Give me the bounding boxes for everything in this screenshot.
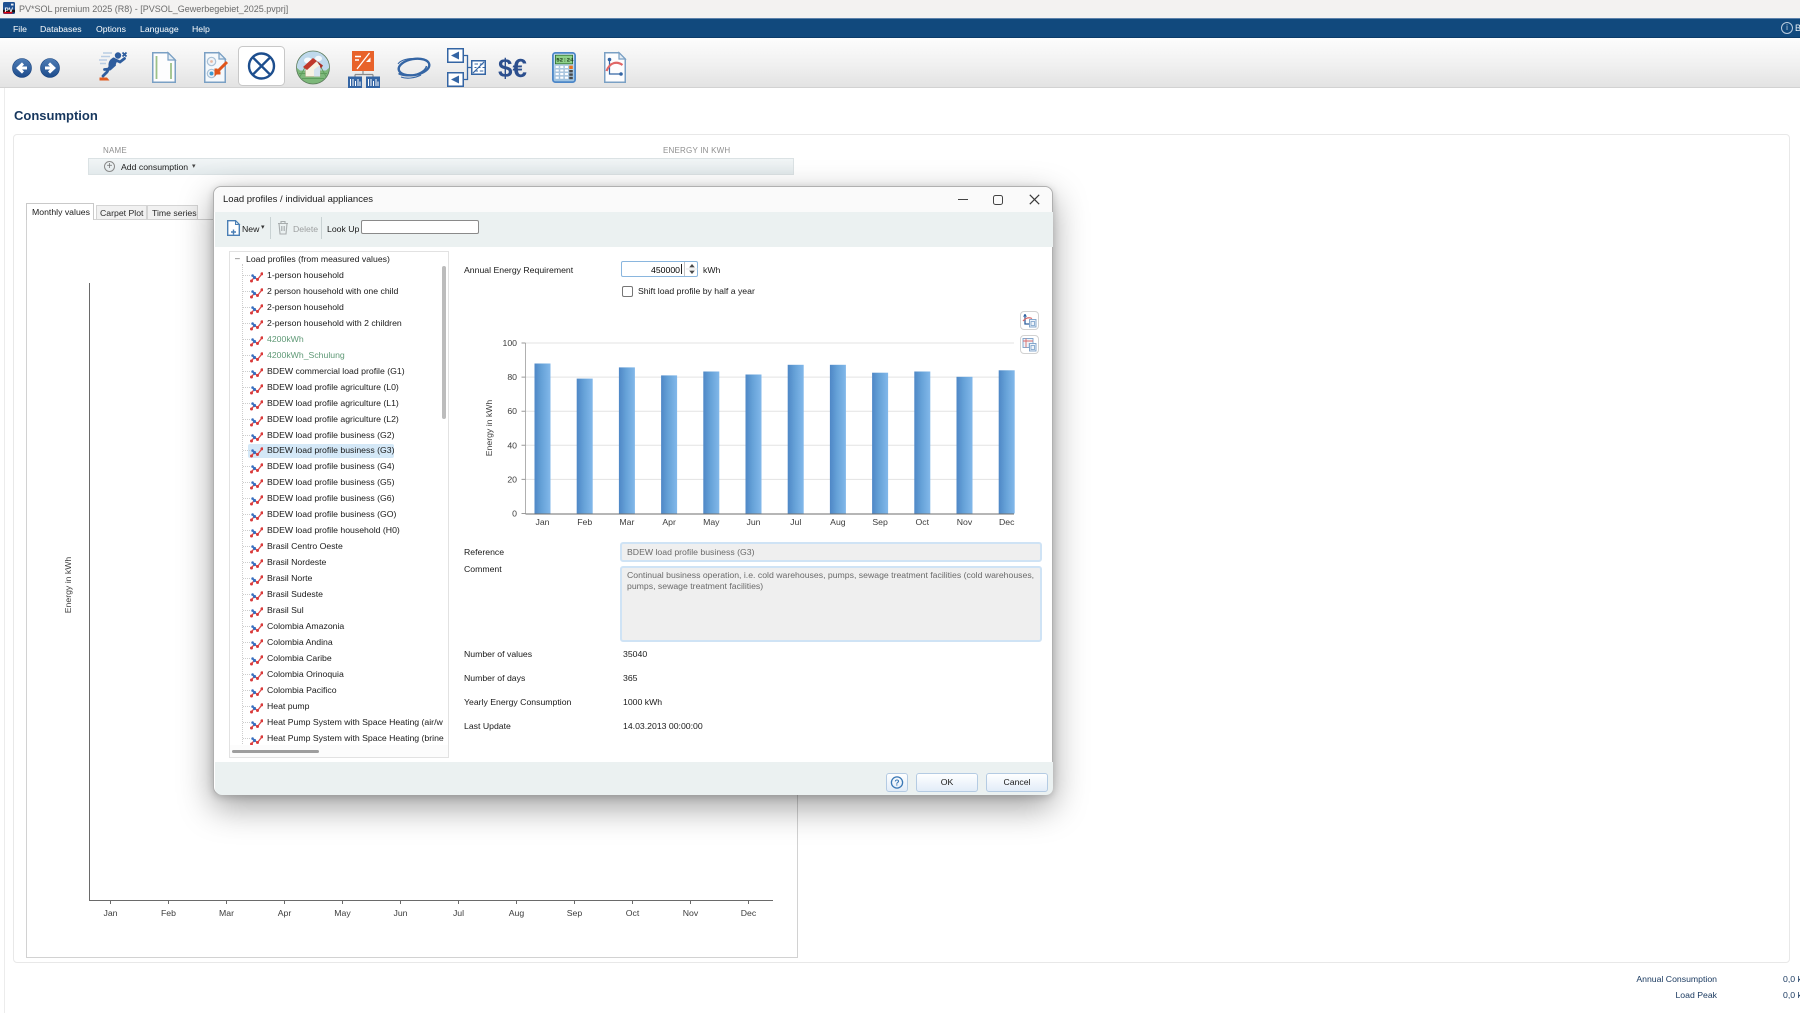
svg-text:60: 60 [507,406,517,416]
svg-text:Sep: Sep [567,908,583,918]
svg-text:Dec: Dec [999,517,1015,527]
svg-text:40: 40 [507,440,517,450]
svg-text:Jun: Jun [393,908,407,918]
svg-text:Mar: Mar [619,517,634,527]
svg-text:Jul: Jul [453,908,464,918]
svg-text:Nov: Nov [683,908,699,918]
svg-text:20: 20 [507,474,517,484]
svg-text:Feb: Feb [577,517,592,527]
svg-text:52:24: 52:24 [556,57,574,64]
svg-text:Nov: Nov [957,517,973,527]
svg-text:Jan: Jan [535,517,549,527]
svg-text:Energy in kWh: Energy in kWh [484,400,494,457]
svg-text:Oct: Oct [626,908,640,918]
svg-text:PV: PV [4,7,13,14]
svg-text:100: 100 [503,338,518,348]
svg-text:Sep: Sep [872,517,888,527]
svg-text:Feb: Feb [161,908,176,918]
svg-text:Dec: Dec [741,908,757,918]
svg-text:May: May [703,517,720,527]
svg-text:Oct: Oct [916,517,930,527]
svg-text:May: May [334,908,351,918]
svg-text:Jun: Jun [746,517,760,527]
svg-text:Jan: Jan [103,908,117,918]
svg-text:Apr: Apr [278,908,292,918]
svg-text:80: 80 [507,372,517,382]
svg-text:Aug: Aug [830,517,846,527]
svg-text:Aug: Aug [509,908,525,918]
svg-text:Apr: Apr [662,517,676,527]
svg-text:$€: $€ [498,53,527,83]
svg-text:Mar: Mar [219,908,234,918]
svg-text:?: ? [894,778,899,788]
svg-text:Jul: Jul [790,517,801,527]
svg-text:0: 0 [512,509,517,519]
